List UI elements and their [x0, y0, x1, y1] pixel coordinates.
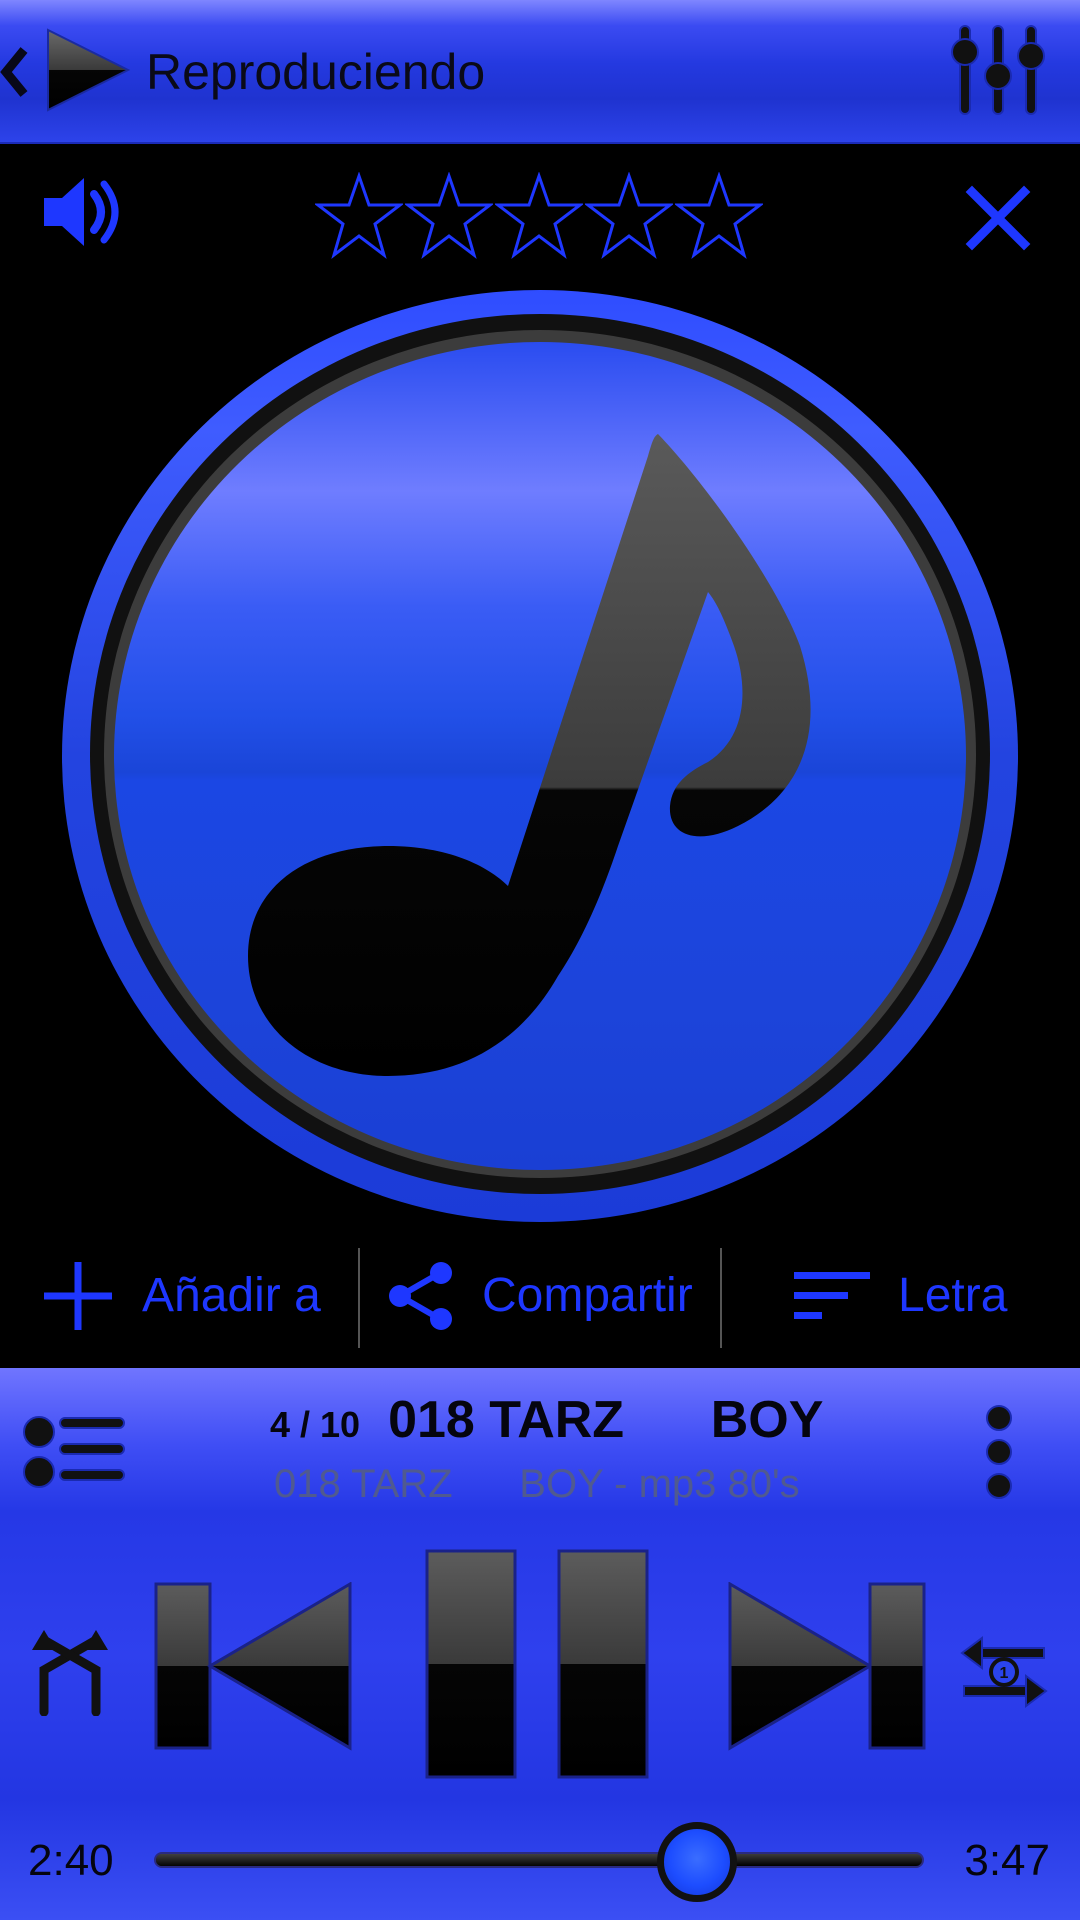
star-icon[interactable] [405, 172, 493, 260]
lyrics-label: Letra [898, 1269, 1008, 1322]
play-icon[interactable] [44, 26, 132, 114]
seekbar-thumb[interactable] [656, 1822, 737, 1902]
star-icon[interactable] [495, 172, 583, 260]
action-bar: Añadir a Compartir Letra [0, 1236, 1080, 1356]
pause-icon [425, 1549, 649, 1779]
skip-previous-button[interactable] [154, 1582, 354, 1752]
plus-icon [44, 1262, 112, 1330]
player-panel: 4 / 10 018 TARZ BOY 018 TARZ BOY - mp3 8… [0, 1368, 1080, 1920]
chevron-left-icon[interactable] [0, 44, 30, 100]
album-art [62, 290, 1018, 1222]
seekbar[interactable] [154, 1852, 924, 1868]
shuffle-icon[interactable] [30, 1626, 110, 1716]
svg-text:1: 1 [1000, 1665, 1009, 1682]
page-title: Reproduciendo [146, 44, 486, 100]
total-time: 3:47 [964, 1836, 1050, 1885]
share-label: Compartir [482, 1269, 693, 1322]
track-title: 018 TARZ BOY [388, 1391, 824, 1449]
playlist-icon[interactable] [22, 1410, 128, 1492]
seekbar-progress [156, 1854, 697, 1866]
skip-next-icon [728, 1582, 926, 1751]
track-counter: 4 / 10 [270, 1404, 361, 1445]
divider [720, 1248, 722, 1348]
add-to-button[interactable]: Añadir a [40, 1236, 321, 1356]
track-line: 4 / 10 018 TARZ BOY [270, 1390, 823, 1460]
star-icon[interactable] [585, 172, 673, 260]
volume-icon[interactable] [40, 170, 124, 254]
repeat-one-icon[interactable]: 1 [958, 1634, 1050, 1710]
share-button[interactable]: Compartir [386, 1236, 693, 1356]
share-icon [389, 1262, 452, 1330]
star-icon[interactable] [315, 172, 403, 260]
divider [358, 1248, 360, 1348]
more-vertical-icon[interactable] [976, 1404, 1022, 1500]
close-icon[interactable] [964, 184, 1032, 252]
app-header: Reproduciendo [0, 0, 1080, 144]
skip-next-button[interactable] [726, 1582, 926, 1752]
add-to-label: Añadir a [142, 1269, 321, 1322]
skip-previous-icon [154, 1582, 352, 1751]
current-time: 2:40 [28, 1836, 114, 1885]
track-subtitle: 018 TARZ BOY - mp3 80's [274, 1462, 800, 1506]
equalizer-icon[interactable] [950, 22, 1046, 118]
pause-button[interactable] [424, 1548, 650, 1780]
lyrics-icon [794, 1272, 870, 1319]
lyrics-button[interactable]: Letra [792, 1236, 1007, 1356]
star-icon[interactable] [675, 172, 763, 260]
rating-stars [315, 172, 763, 262]
